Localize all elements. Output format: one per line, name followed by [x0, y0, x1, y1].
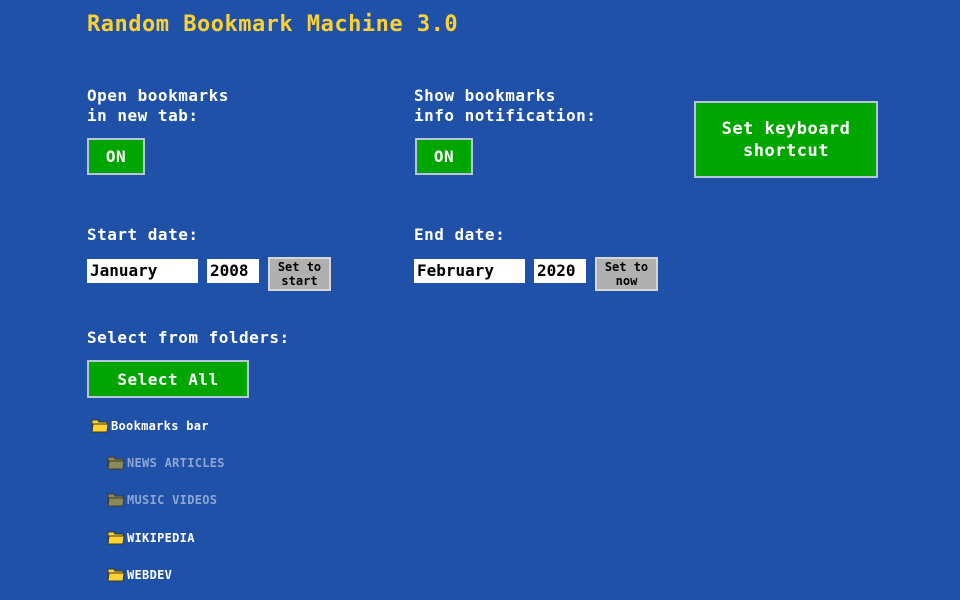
set-to-start-button[interactable]: Set to start [268, 257, 331, 291]
folder-icon [91, 418, 109, 434]
folder-name: WEBDEV [127, 568, 173, 582]
set-keyboard-shortcut-button[interactable]: Set keyboard shortcut [694, 101, 878, 178]
select-folders-label: Select from folders: [87, 328, 290, 347]
set-to-now-button[interactable]: Set to now [595, 257, 658, 291]
folder-item[interactable]: MUSIC VIDEOS [107, 492, 217, 508]
start-month-input[interactable]: January [87, 259, 198, 283]
end-year-input[interactable]: 2020 [534, 259, 586, 283]
open-new-tab-label: Open bookmarks in new tab: [87, 86, 229, 125]
end-date-label: End date: [414, 225, 506, 244]
folder-item[interactable]: WEBDEV [107, 567, 172, 583]
select-all-button[interactable]: Select All [87, 360, 249, 398]
folder-icon [107, 530, 125, 546]
folder-item[interactable]: NEWS ARTICLES [107, 455, 225, 471]
folder-name: NEWS ARTICLES [127, 456, 225, 470]
folder-name: MUSIC VIDEOS [127, 493, 218, 507]
folder-icon [107, 492, 125, 508]
open-new-tab-toggle[interactable]: ON [87, 138, 145, 175]
start-year-input[interactable]: 2008 [207, 259, 259, 283]
show-notification-label: Show bookmarks info notification: [414, 86, 597, 125]
folder-name: WIKIPEDIA [127, 531, 195, 545]
folder-name: Bookmarks bar [111, 419, 209, 433]
end-month-input[interactable]: February [414, 259, 525, 283]
show-notification-toggle[interactable]: ON [415, 138, 473, 175]
folder-item[interactable]: WIKIPEDIA [107, 530, 195, 546]
folder-item[interactable]: Bookmarks bar [91, 418, 209, 434]
folder-icon [107, 455, 125, 471]
app-title: Random Bookmark Machine 3.0 [87, 12, 459, 37]
start-date-label: Start date: [87, 225, 199, 244]
folder-icon [107, 567, 125, 583]
